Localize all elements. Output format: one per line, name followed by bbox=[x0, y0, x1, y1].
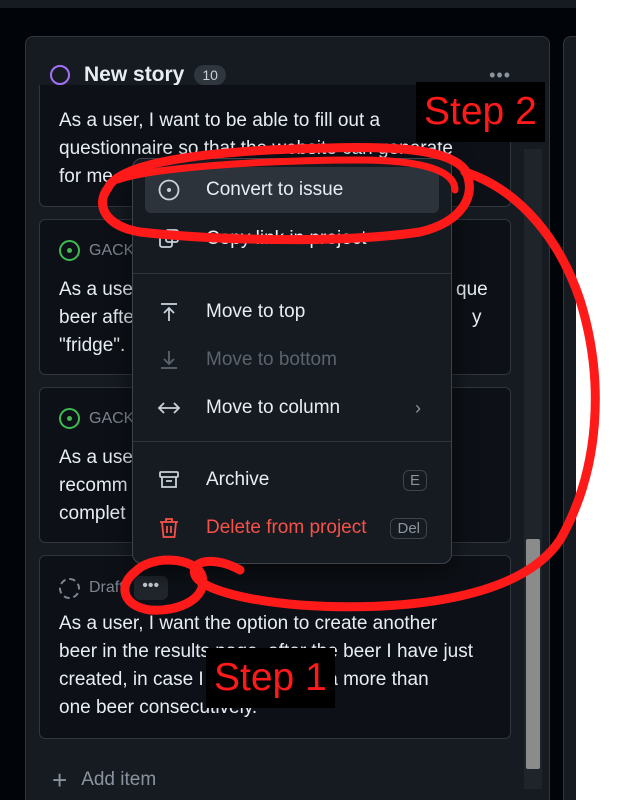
card[interactable]: Draft ••• As a user, I want the option t… bbox=[39, 555, 511, 739]
card-line: y bbox=[472, 307, 482, 328]
issue-open-icon bbox=[59, 408, 80, 429]
top-strip bbox=[0, 0, 576, 8]
step2-annotation-label: Step 2 bbox=[416, 82, 545, 142]
menu-item-label: Copy link in project bbox=[206, 228, 367, 249]
arrow-both-icon bbox=[157, 396, 181, 420]
step1-annotation-label: Step 1 bbox=[206, 648, 335, 708]
card-context-menu: Convert to issue Copy link in project Mo… bbox=[132, 158, 452, 564]
column-title: New story bbox=[84, 63, 185, 86]
move-to-bottom-icon bbox=[157, 348, 181, 372]
menu-item-convert-to-issue[interactable]: Convert to issue bbox=[145, 167, 439, 213]
menu-item-label: Archive bbox=[206, 469, 270, 490]
shortcut-key: E bbox=[402, 469, 427, 491]
menu-item-delete-from-project[interactable]: Delete from project Del bbox=[145, 505, 439, 551]
menu-item-label: Move to top bbox=[206, 301, 306, 322]
plus-icon: + bbox=[52, 765, 68, 795]
menu-item-archive[interactable]: Archive E bbox=[145, 457, 439, 503]
next-column bbox=[563, 36, 576, 800]
card-meta: GACK bbox=[59, 240, 134, 261]
card-draft-label: Draft bbox=[89, 579, 124, 596]
card-meta: GACK bbox=[59, 408, 134, 429]
menu-item-copy-link[interactable]: Copy link in project bbox=[145, 216, 439, 262]
card-line: As a user, I want the option to create a… bbox=[59, 613, 438, 634]
card-repo-label: GACK bbox=[89, 409, 135, 427]
draft-icon bbox=[59, 577, 80, 599]
item-count-badge: 10 bbox=[194, 65, 226, 85]
menu-item-move-to-column[interactable]: Move to column › bbox=[145, 385, 439, 431]
card-menu-button[interactable]: ••• bbox=[133, 576, 168, 600]
scrollbar-thumb[interactable] bbox=[526, 539, 540, 769]
menu-divider bbox=[133, 273, 451, 274]
trash-icon bbox=[157, 516, 181, 540]
issue-opened-icon bbox=[157, 178, 181, 202]
menu-item-label: Delete from project bbox=[206, 517, 367, 538]
card-meta: Draft ••• bbox=[59, 576, 168, 600]
move-to-top-icon bbox=[157, 300, 181, 324]
archive-icon bbox=[157, 468, 181, 492]
card-repo-label: GACK bbox=[89, 241, 135, 259]
add-item-button[interactable]: + Add item bbox=[52, 765, 157, 795]
chevron-right-icon: › bbox=[415, 397, 421, 418]
shortcut-key: Del bbox=[390, 517, 427, 539]
column-scrollbar[interactable] bbox=[524, 149, 542, 789]
menu-item-move-to-top[interactable]: Move to top bbox=[145, 289, 439, 335]
card-line: que bbox=[456, 279, 488, 300]
card-text-fragment: que y bbox=[456, 276, 488, 332]
menu-item-move-to-bottom: Move to bottom bbox=[145, 337, 439, 383]
add-item-label: Add item bbox=[81, 769, 157, 790]
menu-item-label: Move to bottom bbox=[206, 349, 337, 370]
copy-icon bbox=[157, 227, 181, 251]
menu-divider bbox=[133, 441, 451, 442]
menu-item-label: Move to column bbox=[206, 397, 341, 418]
menu-item-label: Convert to issue bbox=[206, 179, 344, 200]
status-circle-icon bbox=[50, 65, 70, 85]
issue-open-icon bbox=[59, 240, 80, 261]
